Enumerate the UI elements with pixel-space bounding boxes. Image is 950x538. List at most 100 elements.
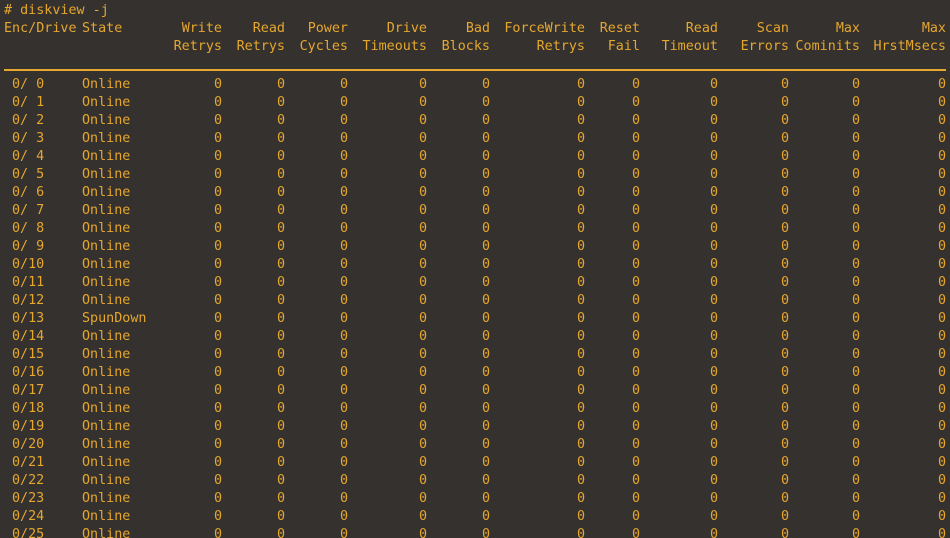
cell-value: 0 xyxy=(576,509,585,524)
cell-value: 0 xyxy=(418,113,427,128)
cell-enc-drive: 0/12 xyxy=(12,293,45,308)
cell-value: 0 xyxy=(576,491,585,506)
cell-value: 0 xyxy=(851,401,860,416)
cell-value: 0 xyxy=(576,77,585,92)
cell-value: 0 xyxy=(576,419,585,434)
cell-value: 0 xyxy=(631,239,640,254)
cell-value: 0 xyxy=(418,329,427,344)
cell-value: 0 xyxy=(339,113,348,128)
cell-value: 0 xyxy=(851,347,860,362)
cell-value: 0 xyxy=(418,275,427,290)
table-header: Enc/Drive State Write Read Power Drive Bad Forc… xyxy=(0,20,950,56)
cell-enc-drive: 0/25 xyxy=(12,527,45,538)
cell-value: 0 xyxy=(213,221,222,236)
cell-value: 0 xyxy=(937,293,946,308)
cell-value: 0 xyxy=(418,185,427,200)
cell-state: Online xyxy=(82,185,131,200)
cell-value: 0 xyxy=(937,347,946,362)
cell-value: 0 xyxy=(481,311,490,326)
cell-value: 0 xyxy=(276,239,285,254)
cell-value: 0 xyxy=(339,527,348,538)
cell-value: 0 xyxy=(780,77,789,92)
cell-value: 0 xyxy=(780,401,789,416)
command-prompt-line: # diskview -j xyxy=(4,3,109,18)
cell-value: 0 xyxy=(418,365,427,380)
cell-value: 0 xyxy=(780,383,789,398)
cell-value: 0 xyxy=(276,293,285,308)
table-row: 0/ 9 Online 0 0 0 0 0 0 0 0 0 0 0 xyxy=(0,238,950,256)
cell-value: 0 xyxy=(937,275,946,290)
cell-value: 0 xyxy=(213,437,222,452)
cell-value: 0 xyxy=(937,311,946,326)
cell-value: 0 xyxy=(213,149,222,164)
cell-value: 0 xyxy=(576,365,585,380)
terminal-window[interactable]: # diskview -j Enc/Drive State Write Read Pow… xyxy=(0,0,950,538)
cell-value: 0 xyxy=(213,365,222,380)
cell-value: 0 xyxy=(481,383,490,398)
cell-value: 0 xyxy=(339,77,348,92)
cell-value: 0 xyxy=(631,473,640,488)
cell-value: 0 xyxy=(276,167,285,182)
cell-value: 0 xyxy=(631,131,640,146)
cell-value: 0 xyxy=(276,491,285,506)
cell-state: Online xyxy=(82,77,131,92)
cell-value: 0 xyxy=(276,419,285,434)
column-header-scan-errors-line1: Scan xyxy=(756,21,789,36)
cell-value: 0 xyxy=(851,329,860,344)
table-row: 0/22 Online 0 0 0 0 0 0 0 0 0 0 0 xyxy=(0,472,950,490)
cell-value: 0 xyxy=(276,365,285,380)
cell-value: 0 xyxy=(276,185,285,200)
cell-value: 0 xyxy=(576,437,585,452)
cell-value: 0 xyxy=(418,473,427,488)
cell-value: 0 xyxy=(576,113,585,128)
cell-value: 0 xyxy=(339,509,348,524)
cell-value: 0 xyxy=(851,419,860,434)
cell-value: 0 xyxy=(709,293,718,308)
cell-value: 0 xyxy=(213,257,222,272)
cell-state: Online xyxy=(82,419,131,434)
cell-value: 0 xyxy=(213,509,222,524)
cell-value: 0 xyxy=(418,257,427,272)
cell-value: 0 xyxy=(481,239,490,254)
cell-value: 0 xyxy=(481,419,490,434)
cell-value: 0 xyxy=(937,329,946,344)
cell-value: 0 xyxy=(213,77,222,92)
cell-value: 0 xyxy=(576,149,585,164)
cell-value: 0 xyxy=(576,455,585,470)
cell-value: 0 xyxy=(418,221,427,236)
table-row: 0/ 4 Online 0 0 0 0 0 0 0 0 0 0 0 xyxy=(0,148,950,166)
cell-value: 0 xyxy=(339,293,348,308)
cell-value: 0 xyxy=(418,293,427,308)
cell-value: 0 xyxy=(709,113,718,128)
table-row: 0/23 Online 0 0 0 0 0 0 0 0 0 0 0 xyxy=(0,490,950,508)
table-row: 0/11 Online 0 0 0 0 0 0 0 0 0 0 0 xyxy=(0,274,950,292)
cell-value: 0 xyxy=(937,473,946,488)
cell-value: 0 xyxy=(709,329,718,344)
cell-value: 0 xyxy=(418,149,427,164)
cell-value: 0 xyxy=(481,347,490,362)
cell-value: 0 xyxy=(481,149,490,164)
cell-state: SpunDown xyxy=(82,311,147,326)
cell-value: 0 xyxy=(339,257,348,272)
cell-value: 0 xyxy=(851,131,860,146)
cell-value: 0 xyxy=(937,509,946,524)
cell-value: 0 xyxy=(937,257,946,272)
cell-value: 0 xyxy=(709,365,718,380)
cell-value: 0 xyxy=(851,239,860,254)
cell-enc-drive: 0/20 xyxy=(12,437,45,452)
cell-value: 0 xyxy=(276,347,285,362)
cell-value: 0 xyxy=(851,491,860,506)
cell-enc-drive: 0/ 6 xyxy=(12,185,45,200)
cell-value: 0 xyxy=(780,311,789,326)
column-header-read-retrys-line2: Retrys xyxy=(236,39,285,54)
cell-value: 0 xyxy=(631,329,640,344)
table-row: 0/ 0 Online 0 0 0 0 0 0 0 0 0 0 0 xyxy=(0,76,950,94)
cell-state: Online xyxy=(82,437,131,452)
cell-state: Online xyxy=(82,131,131,146)
column-header-bad-blocks-line2: Blocks xyxy=(441,39,490,54)
cell-value: 0 xyxy=(213,275,222,290)
cell-value: 0 xyxy=(576,131,585,146)
cell-value: 0 xyxy=(631,95,640,110)
cell-value: 0 xyxy=(937,77,946,92)
cell-value: 0 xyxy=(576,257,585,272)
